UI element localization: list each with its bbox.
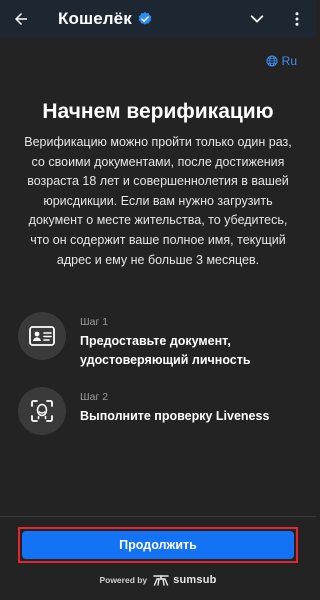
language-selector[interactable]: Ru [266,54,297,68]
continue-button-highlight: Продолжить [18,527,298,563]
sumsub-logo-icon [153,574,169,586]
chevron-down-icon [250,15,264,23]
step-1-icon-circle [18,312,66,360]
step-1-text: Предоставьте документ, удостоверяющий ли… [80,334,251,367]
page-description: Верификацию можно пройти только один раз… [24,135,292,267]
title-group[interactable]: Кошелёк [58,0,153,37]
app-bar: Кошелёк [0,0,316,37]
more-vert-icon [295,12,299,26]
continue-button[interactable]: Продолжить [22,531,294,559]
step-2-icon-circle [18,387,66,435]
step-2-text: Выполните проверку Liveness [80,409,270,423]
language-label: Ru [281,54,297,68]
step-1: Шаг 1 Предоставьте документ, удостоверяю… [18,312,308,367]
footer-divider [0,516,316,517]
arrow-left-icon [15,13,27,25]
step-2: Шаг 2 Выполните проверку Liveness [18,387,308,437]
app-title: Кошелёк [58,8,132,28]
powered-by-footer: Powered by sumsub [0,574,316,586]
sumsub-brand: sumsub [173,574,217,586]
back-button[interactable] [10,8,32,30]
dropdown-button[interactable] [246,8,268,30]
more-button[interactable] [286,8,308,30]
face-scan-icon [31,400,53,422]
id-card-icon [29,326,55,346]
step-2-label: Шаг 2 [80,391,109,403]
verified-badge-icon [137,11,153,27]
page-heading: Начнем верификацию [42,100,274,123]
step-1-label: Шаг 1 [80,316,109,328]
globe-icon [266,55,278,67]
powered-by-label: Powered by [99,575,148,585]
